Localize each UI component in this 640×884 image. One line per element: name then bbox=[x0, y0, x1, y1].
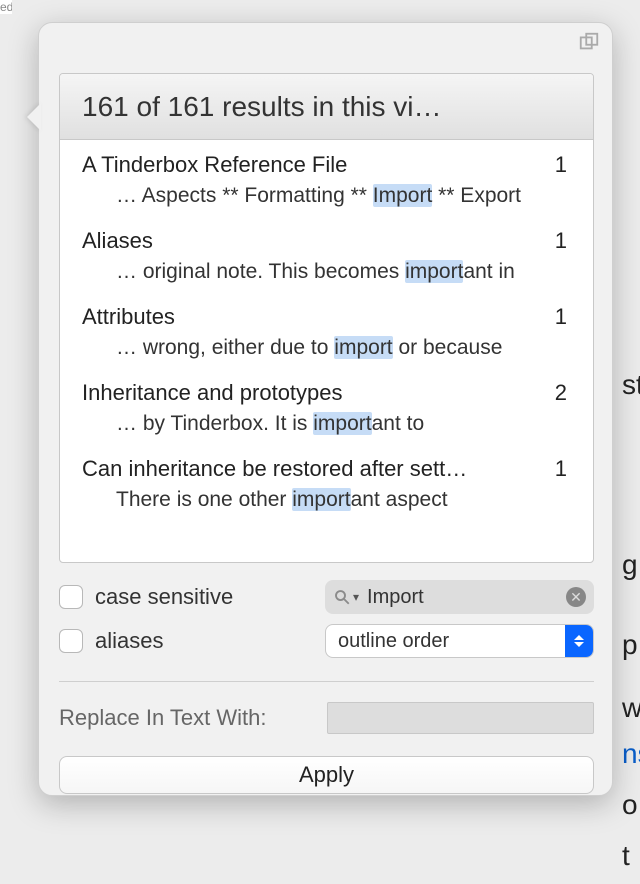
aliases-label: aliases bbox=[95, 628, 325, 654]
match-highlight: import bbox=[334, 336, 392, 359]
search-input[interactable]: ▾ Import ✕ bbox=[325, 580, 594, 614]
search-icon bbox=[333, 588, 351, 606]
result-item[interactable]: Attributes 1 … wrong, either due to impo… bbox=[82, 304, 571, 360]
match-highlight: import bbox=[313, 412, 371, 435]
results-panel: 161 of 161 results in this vi… A Tinderb… bbox=[59, 73, 594, 563]
bg-fragment: ed bbox=[0, 0, 12, 14]
result-snippet: … original note. This becomes important … bbox=[82, 260, 571, 284]
case-sensitive-checkbox[interactable] bbox=[59, 585, 83, 609]
apply-button[interactable]: Apply bbox=[59, 756, 594, 794]
result-snippet: … Aspects ** Formatting ** Import ** Exp… bbox=[82, 184, 571, 208]
match-highlight: import bbox=[292, 488, 350, 511]
result-count: 2 bbox=[555, 380, 571, 406]
result-title: A Tinderbox Reference File bbox=[82, 152, 347, 178]
select-stepper-icon[interactable] bbox=[565, 624, 593, 658]
result-title: Aliases bbox=[82, 228, 153, 254]
aliases-checkbox[interactable] bbox=[59, 629, 83, 653]
sort-select[interactable]: outline order bbox=[325, 624, 594, 658]
search-value: Import bbox=[367, 586, 566, 609]
controls: case sensitive ▾ Import ✕ aliases outlin… bbox=[59, 575, 594, 794]
match-highlight: Import bbox=[373, 184, 433, 207]
chevron-down-icon[interactable]: ▾ bbox=[353, 590, 359, 604]
find-popover: 161 of 161 results in this vi… A Tinderb… bbox=[38, 22, 613, 796]
replace-input[interactable] bbox=[327, 702, 594, 734]
result-item[interactable]: Can inheritance be restored after sett… … bbox=[82, 456, 571, 512]
result-item[interactable]: Inheritance and prototypes 2 … by Tinder… bbox=[82, 380, 571, 436]
sort-value: outline order bbox=[338, 630, 565, 653]
result-title: Can inheritance be restored after sett… bbox=[82, 456, 467, 482]
popover-arrow bbox=[27, 103, 41, 131]
expand-icon[interactable] bbox=[578, 31, 600, 53]
replace-label: Replace In Text With: bbox=[59, 705, 327, 731]
result-title: Attributes bbox=[82, 304, 175, 330]
divider bbox=[59, 681, 594, 682]
bg-fragment: st g p w ns o t bbox=[622, 350, 640, 884]
result-count: 1 bbox=[555, 456, 571, 482]
result-count: 1 bbox=[555, 152, 571, 178]
result-item[interactable]: A Tinderbox Reference File 1 … Aspects *… bbox=[82, 152, 571, 208]
clear-search-icon[interactable]: ✕ bbox=[566, 587, 586, 607]
results-list[interactable]: A Tinderbox Reference File 1 … Aspects *… bbox=[60, 140, 593, 522]
result-snippet: There is one other important aspect bbox=[82, 488, 571, 512]
results-count-title: 161 of 161 results in this vi… bbox=[82, 91, 442, 123]
case-sensitive-label: case sensitive bbox=[95, 584, 325, 610]
result-count: 1 bbox=[555, 304, 571, 330]
result-item[interactable]: Aliases 1 … original note. This becomes … bbox=[82, 228, 571, 284]
result-count: 1 bbox=[555, 228, 571, 254]
result-title: Inheritance and prototypes bbox=[82, 380, 343, 406]
results-header: 161 of 161 results in this vi… bbox=[60, 74, 593, 140]
match-highlight: import bbox=[405, 260, 463, 283]
result-snippet: … wrong, either due to import or because bbox=[82, 336, 571, 360]
result-snippet: … by Tinderbox. It is important to bbox=[82, 412, 571, 436]
